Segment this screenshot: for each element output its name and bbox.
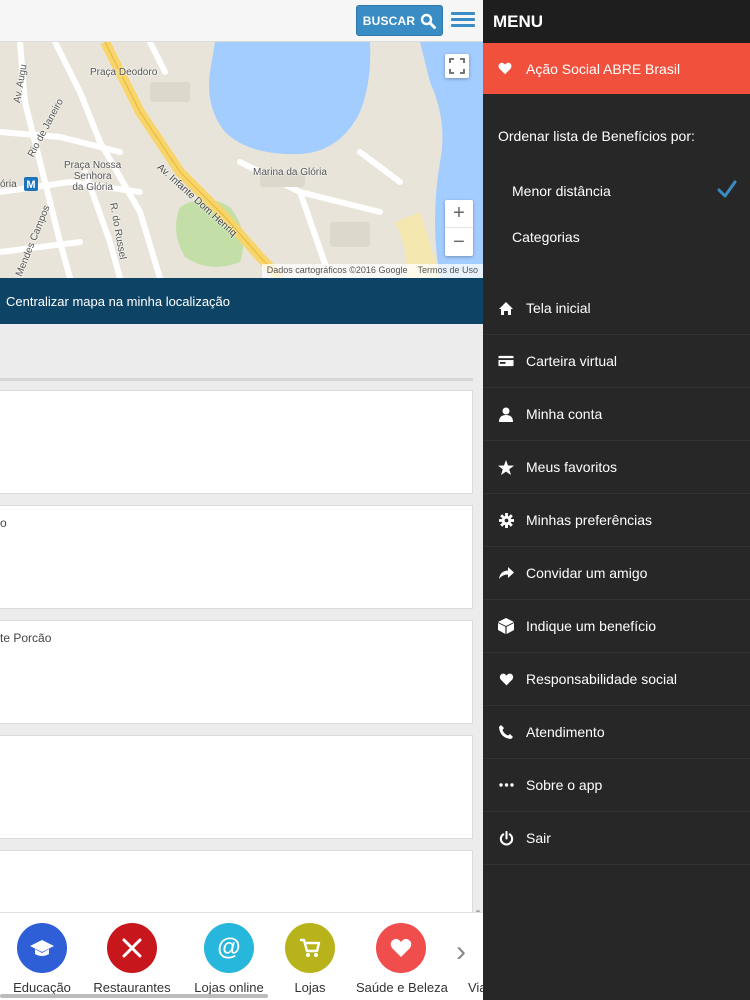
sort-option-categories[interactable]: Categorias [483, 214, 750, 260]
card-icon [498, 353, 514, 369]
category-label: Via [468, 980, 483, 995]
menu-item-label: Tela inicial [526, 300, 591, 316]
menu-item-carteira-virtual[interactable]: Carteira virtual [483, 335, 750, 388]
menu-item-label: Atendimento [526, 724, 605, 740]
menu-item-minha-conta[interactable]: Minha conta [483, 388, 750, 441]
menu-item-acao-social[interactable]: Ação Social ABRE Brasil [483, 43, 750, 94]
ellipsis-icon [498, 777, 514, 793]
map-terms-link[interactable]: Termos de Uso [417, 265, 478, 277]
zoom-out-button[interactable]: − [445, 228, 473, 256]
map-view[interactable]: M Praça Deodoro Rio de Janeiro Av. Augu … [0, 42, 483, 278]
menu-item-label: Carteira virtual [526, 353, 618, 369]
heart-icon [498, 62, 512, 75]
menu-item-label: Convidar um amigo [526, 565, 648, 581]
menu-item-label: Indique um benefício [526, 618, 656, 634]
category-educacao[interactable]: Educação [0, 923, 87, 995]
side-menu: MENU Ação Social ABRE Brasil Ordenar lis… [483, 0, 750, 1000]
horizontal-scrollbar[interactable] [0, 994, 268, 998]
gear-icon [498, 512, 514, 528]
graduation-cap-icon [17, 923, 67, 973]
menu-item-indique-beneficio[interactable]: Indique um benefício [483, 600, 750, 653]
sort-option-label: Menor distância [512, 183, 611, 199]
menu-title: MENU [483, 0, 750, 43]
sort-option-label: Categorias [512, 229, 580, 245]
menu-item-label: Sair [526, 830, 551, 846]
benefit-card[interactable] [0, 735, 473, 839]
search-button-label: BUSCAR [362, 13, 416, 28]
menu-item-convidar-amigo[interactable]: Convidar um amigo [483, 547, 750, 600]
nav-list: Tela inicial Carteira virtual Minha cont… [483, 282, 750, 865]
sort-title: Ordenar lista de Benefícios por: [498, 128, 695, 144]
share-arrow-icon [498, 565, 514, 581]
chevron-right-icon[interactable]: › [456, 935, 466, 969]
at-sign-icon: @ [204, 923, 254, 973]
menu-item-minhas-preferencias[interactable]: Minhas preferências [483, 494, 750, 547]
box-icon [498, 618, 514, 634]
cart-icon [285, 923, 335, 973]
benefit-card[interactable] [0, 390, 473, 494]
benefit-card[interactable]: o [0, 505, 473, 609]
check-icon [717, 180, 737, 198]
menu-item-responsabilidade-social[interactable]: Responsabilidade social [483, 653, 750, 706]
menu-item-label: Minhas preferências [526, 512, 653, 528]
category-label: Educação [13, 980, 71, 995]
menu-item-label: Responsabilidade social [526, 671, 677, 687]
zoom-in-button[interactable]: + [445, 200, 473, 228]
map-label-oria: ória [0, 179, 17, 190]
heart-icon [376, 923, 426, 973]
category-label: Saúde e Beleza [356, 980, 448, 995]
sort-option-distance[interactable]: Menor distância [483, 168, 750, 214]
benefit-card-text: te Porcão [0, 631, 52, 645]
phone-icon [498, 724, 514, 740]
power-icon [498, 830, 514, 846]
benefit-card-text: o [0, 516, 7, 530]
map-label-praca-deodoro: Praça Deodoro [90, 67, 158, 78]
category-lojas[interactable]: Lojas [265, 923, 355, 995]
section-divider [0, 378, 473, 381]
map-attribution-text: Dados cartográficos ©2016 Google [266, 265, 408, 275]
menu-item-label: Meus favoritos [526, 459, 618, 475]
map-attribution: Dados cartográficos ©2016 Google Termos … [261, 264, 483, 278]
home-icon [498, 300, 514, 316]
user-icon [498, 406, 514, 422]
map-label-marina: Marina da Glória [253, 167, 327, 178]
menu-item-sobre-app[interactable]: Sobre o app [483, 759, 750, 812]
menu-item-label: Minha conta [526, 406, 603, 422]
search-button[interactable]: BUSCAR [356, 5, 443, 36]
svg-text:M: M [26, 179, 35, 191]
fork-knife-icon [107, 923, 157, 973]
zoom-control: + − [445, 200, 473, 256]
search-icon [421, 13, 437, 29]
menu-item-label: Ação Social ABRE Brasil [526, 60, 681, 77]
hamburger-menu-icon[interactable] [451, 9, 475, 31]
benefit-card[interactable]: te Porcão [0, 620, 473, 724]
heart-icon [498, 671, 514, 687]
center-map-label: Centralizar mapa na minha localização [6, 293, 231, 309]
app-main: BUSCAR M Praça Deodoro Rio de Janeiro Av… [0, 0, 483, 1000]
category-label: Lojas [294, 980, 326, 995]
category-bar: Educação Restaurantes @ Lojas online Loj… [0, 912, 483, 1000]
center-map-button[interactable]: Centralizar mapa na minha localização [0, 278, 483, 324]
category-lojas-online[interactable]: @ Lojas online [184, 923, 274, 995]
category-saude-beleza[interactable]: Saúde e Beleza [356, 923, 448, 995]
map-label-praca-nossa-senhora: Praça Nossa Senhora da Glória [64, 160, 122, 193]
menu-item-sair[interactable]: Sair [483, 812, 750, 865]
top-bar: BUSCAR [0, 0, 483, 42]
fullscreen-button[interactable] [445, 54, 469, 78]
menu-item-atendimento[interactable]: Atendimento [483, 706, 750, 759]
menu-item-label: Sobre o app [526, 777, 603, 793]
category-label: Restaurantes [93, 980, 171, 995]
fullscreen-icon [449, 58, 465, 74]
category-restaurantes[interactable]: Restaurantes [87, 923, 177, 995]
menu-item-tela-inicial[interactable]: Tela inicial [483, 282, 750, 335]
category-label: Lojas online [194, 980, 264, 995]
star-icon [498, 459, 514, 475]
menu-item-meus-favoritos[interactable]: Meus favoritos [483, 441, 750, 494]
